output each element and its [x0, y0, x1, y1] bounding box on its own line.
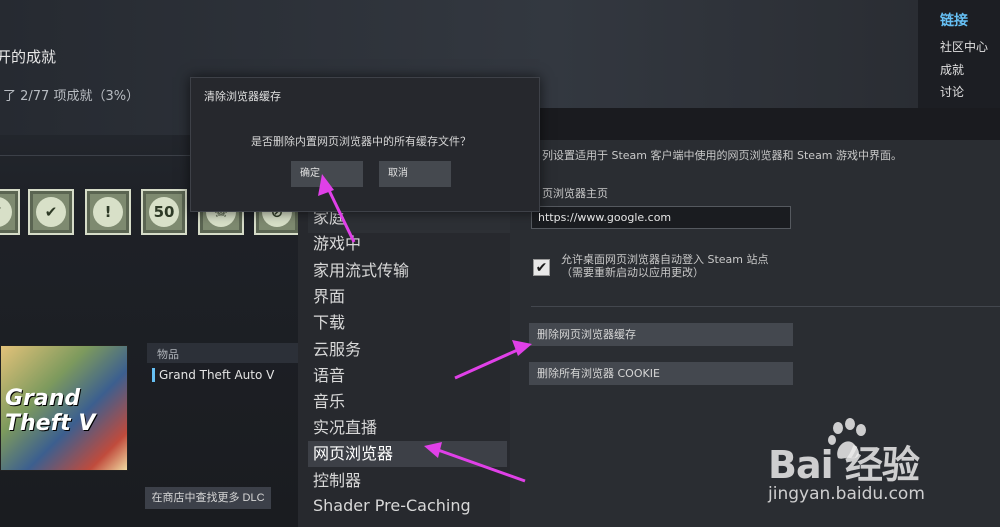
homepage-input[interactable] [531, 206, 791, 229]
divider [531, 306, 1000, 307]
links-title: 链接 [940, 13, 968, 29]
nav-item-controller[interactable]: 控制器 [308, 468, 507, 494]
achievements-progress: 了 2/77 项成就（3%） [3, 89, 140, 104]
autologin-label-line1: 允许桌面网页浏览器自动登入 Steam 站点 [561, 253, 769, 266]
homepage-label: 页浏览器主页 [542, 187, 608, 200]
clear-cache-dialog: 清除浏览器缓存 是否删除内置网页浏览器中的所有缓存文件？ 确定 取消 [190, 77, 540, 212]
nav-item-cloud[interactable]: 云服务 [308, 337, 507, 363]
clear-browser-cache-button[interactable]: 删除网页浏览器缓存 [529, 323, 793, 346]
achievements-title: 开的成就 [0, 48, 57, 66]
fifty-label: 50 [149, 197, 179, 227]
nav-item-downloads[interactable]: 下载 [308, 310, 507, 336]
exclamation-icon[interactable]: ! [85, 189, 131, 235]
check-shield-icon[interactable]: ✓ [0, 189, 20, 235]
dialog-title: 清除浏览器缓存 [204, 90, 281, 103]
autologin-checkbox[interactable]: ✔ [533, 259, 550, 276]
find-more-dlc-button[interactable]: 在商店中查找更多 DLC [145, 487, 271, 509]
watermark-url: jingyan.baidu.com [768, 484, 925, 504]
items-column-header: 物品 [147, 343, 307, 363]
dlc-item-row[interactable]: Grand Theft Auto V [152, 368, 307, 382]
nav-item-broadcasting[interactable]: 实况直播 [308, 415, 507, 441]
fifty-icon[interactable]: 50 [141, 189, 187, 235]
autologin-label-line2: （需要重新启动以应用更改） [561, 266, 704, 279]
clear-cookies-button[interactable]: 删除所有浏览器 COOKIE [529, 362, 793, 385]
baidu-watermark: Bai 经验 jingyan.baidu.com [768, 418, 1000, 518]
web-browser-description: 列设置适用于 Steam 客户端中使用的网页浏览器和 Steam 游戏中界面。 [542, 149, 903, 162]
link-community-hub[interactable]: 社区中心 [940, 38, 988, 55]
link-achievements[interactable]: 成就 [940, 61, 964, 78]
link-discussions[interactable]: 讨论 [940, 83, 964, 100]
nav-item-web-browser[interactable]: 网页浏览器 [308, 441, 507, 467]
watermark-logo-text: Bai 经验 [768, 443, 920, 487]
autologin-label: 允许桌面网页浏览器自动登入 Steam 站点 （需要重新启动以应用更改） [561, 253, 769, 279]
nav-item-voice[interactable]: 语音 [308, 363, 507, 389]
dialog-cancel-button[interactable]: 取消 [379, 161, 451, 187]
nav-item-in-game[interactable]: 游戏中 [308, 231, 507, 257]
dialog-ok-button[interactable]: 确定 [291, 161, 363, 187]
checkmark-icon[interactable]: ✔ [28, 189, 74, 235]
dlc-art-text: Grand Theft V [5, 386, 96, 436]
dlc-cover-art[interactable]: Grand Theft V [0, 345, 128, 471]
nav-item-shader-pre-caching[interactable]: Shader Pre-Caching [308, 493, 507, 519]
nav-item-remote-play[interactable]: 家用流式传输 [308, 258, 507, 284]
nav-item-music[interactable]: 音乐 [308, 389, 507, 415]
dialog-message: 是否删除内置网页浏览器中的所有缓存文件？ [251, 135, 471, 148]
check-icon: ✔ [535, 259, 548, 276]
nav-item-interface[interactable]: 界面 [308, 284, 507, 310]
